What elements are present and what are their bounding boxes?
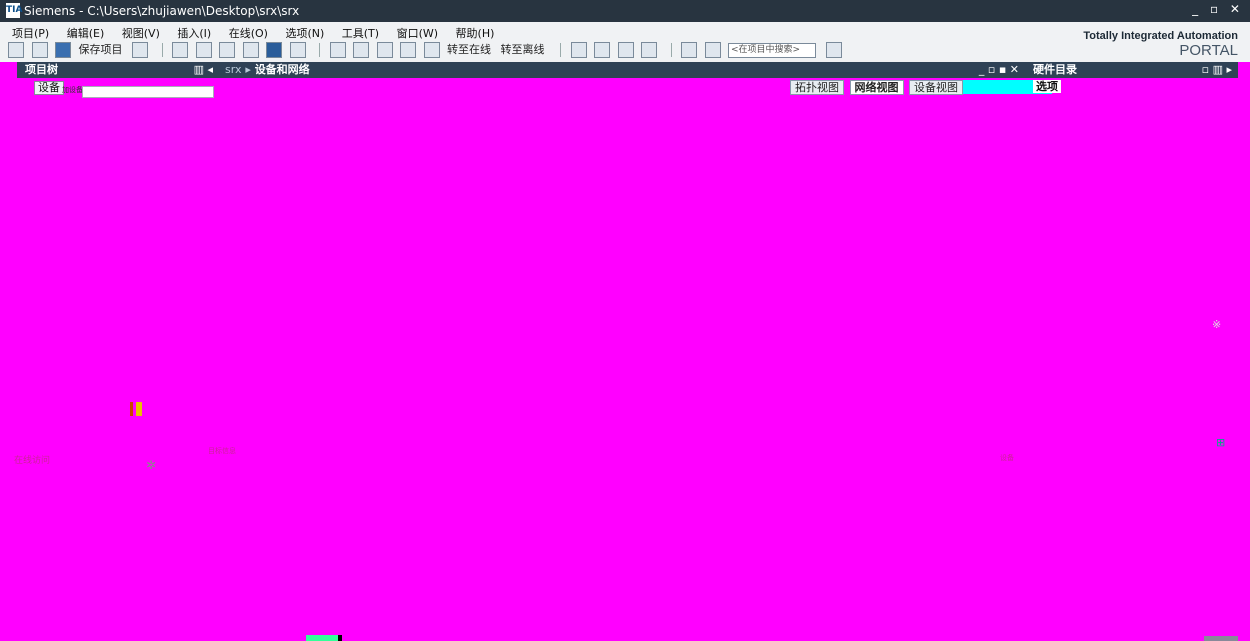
menu-project[interactable]: 项目(P) (12, 27, 49, 40)
menu-help[interactable]: 帮助(H) (456, 27, 495, 40)
editor-header: srx ▸ 设备和网络 _ ▫ ▪ ✕ (219, 62, 1025, 78)
window-controls[interactable]: _ ▫ ✕ (1192, 2, 1244, 16)
network-node-icon: ⊞ (1216, 436, 1226, 449)
editor-window-controls[interactable]: _ ▫ ▪ ✕ (979, 62, 1019, 78)
delete-icon[interactable] (242, 42, 259, 58)
status-indicator (1204, 636, 1238, 641)
tab-divider (338, 635, 342, 641)
project-search-input[interactable]: <在项目中搜索> (728, 42, 816, 58)
project-tree-devices: 设备 加设备 (24, 80, 214, 98)
gear-icon[interactable]: ✲ (146, 458, 156, 472)
device-tree-filter[interactable] (82, 86, 214, 98)
menu-bar: 项目(P) 编辑(E) 视图(V) 插入(I) 在线(O) 选项(N) 工具(T… (12, 25, 508, 41)
hardware-catalog-title: 硬件目录 (1033, 63, 1077, 76)
split-horizontal-icon[interactable] (681, 42, 697, 58)
copy-icon[interactable] (195, 42, 212, 58)
editor-title: 设备和网络 (254, 63, 310, 76)
tab-network-view[interactable]: 网络视图 (849, 80, 904, 95)
network-node-icon: ※ (1212, 318, 1222, 331)
start-simulation-icon[interactable] (400, 42, 416, 58)
tia-logo-icon: TIA (6, 3, 22, 18)
brand-line-1: Totally Integrated Automation (1083, 30, 1238, 42)
save-icon[interactable] (55, 42, 71, 58)
save-project-button[interactable]: 保存项目 (79, 42, 123, 58)
toolbar-divider (560, 43, 561, 57)
toolbar-divider (319, 43, 320, 57)
collapse-panel-icon[interactable]: ▥ ◂ (194, 62, 213, 78)
upload-icon[interactable] (376, 42, 393, 58)
status-bar-segment (136, 402, 142, 416)
menu-tools[interactable]: 工具(T) (342, 27, 379, 40)
left-edge-strip (0, 62, 17, 641)
search-icon[interactable] (825, 42, 842, 58)
toolbar: 保存项目 转至在线 转至离线 <在项目中搜索> (8, 42, 846, 60)
devices-label: 设备 (1000, 454, 1014, 462)
menu-view[interactable]: 视图(V) (122, 27, 160, 40)
stop-cpu-icon[interactable] (617, 42, 634, 58)
undo-icon[interactable] (266, 42, 282, 58)
download-icon[interactable] (353, 42, 369, 58)
project-tree-header: 项目树 ▥ ◂ (17, 62, 219, 78)
go-offline-button[interactable]: 转至离线 (501, 42, 545, 58)
editor-view-tabs: 拓扑视图 网络视图 设备视图 (790, 80, 965, 95)
menu-insert[interactable]: 插入(I) (177, 27, 211, 40)
paste-icon[interactable] (219, 42, 235, 58)
online-access-label[interactable]: 在线访问 (14, 453, 50, 466)
breadcrumb-project[interactable]: srx (225, 63, 241, 76)
right-edge-strip (1238, 62, 1250, 641)
catalog-options[interactable]: 选项 (1033, 80, 1061, 93)
accessible-devices-icon[interactable] (570, 42, 587, 58)
breadcrumb: srx ▸ 设备和网络 (225, 62, 310, 78)
toolbar-divider (161, 43, 163, 57)
hardware-catalog-header: 硬件目录 ▫ ▥ ▸ (1025, 62, 1238, 78)
menu-online[interactable]: 在线(O) (229, 27, 268, 40)
tab-topology-view[interactable]: 拓扑视图 (790, 80, 844, 95)
cut-icon[interactable] (172, 42, 188, 58)
split-vertical-icon[interactable] (704, 42, 721, 58)
menu-options[interactable]: 选项(N) (285, 27, 324, 40)
window-title: Siemens - C:\Users\zhujiawen\Desktop\srx… (24, 4, 300, 18)
compile-icon[interactable] (329, 42, 346, 58)
project-tree-title: 项目树 (25, 63, 58, 76)
tab-device-view[interactable]: 设备视图 (909, 80, 963, 95)
brand-line-2: PORTAL (1179, 42, 1238, 59)
catalog-panel-controls[interactable]: ▫ ▥ ▸ (1202, 62, 1232, 78)
stop-simulation-icon[interactable] (423, 42, 440, 58)
new-project-icon[interactable] (8, 42, 24, 58)
header: 项目(P) 编辑(E) 视图(V) 插入(I) 在线(O) 选项(N) 工具(T… (0, 22, 1250, 63)
title-bar: TIA Siemens - C:\Users\zhujiawen\Desktop… (0, 0, 1250, 22)
open-project-icon[interactable] (31, 42, 48, 58)
cross-reference-icon[interactable] (641, 42, 657, 58)
menu-edit[interactable]: 编辑(E) (67, 27, 105, 40)
toolbar-divider (670, 43, 672, 57)
brand-logo: Totally Integrated Automation PORTAL (1083, 30, 1238, 59)
status-bar-segment (130, 402, 133, 416)
tab-devices[interactable]: 设备 (34, 81, 64, 95)
portal-view-tab[interactable] (306, 635, 340, 641)
menu-window[interactable]: 窗口(W) (397, 27, 438, 40)
redo-icon[interactable] (289, 42, 306, 58)
start-cpu-icon[interactable] (594, 42, 610, 58)
target-info-label: 目标信息 (208, 447, 236, 455)
breadcrumb-separator: ▸ (245, 63, 251, 76)
go-online-button[interactable]: 转至在线 (447, 42, 491, 58)
print-icon[interactable] (132, 42, 148, 58)
add-device-hint: 加设备 (62, 86, 83, 94)
